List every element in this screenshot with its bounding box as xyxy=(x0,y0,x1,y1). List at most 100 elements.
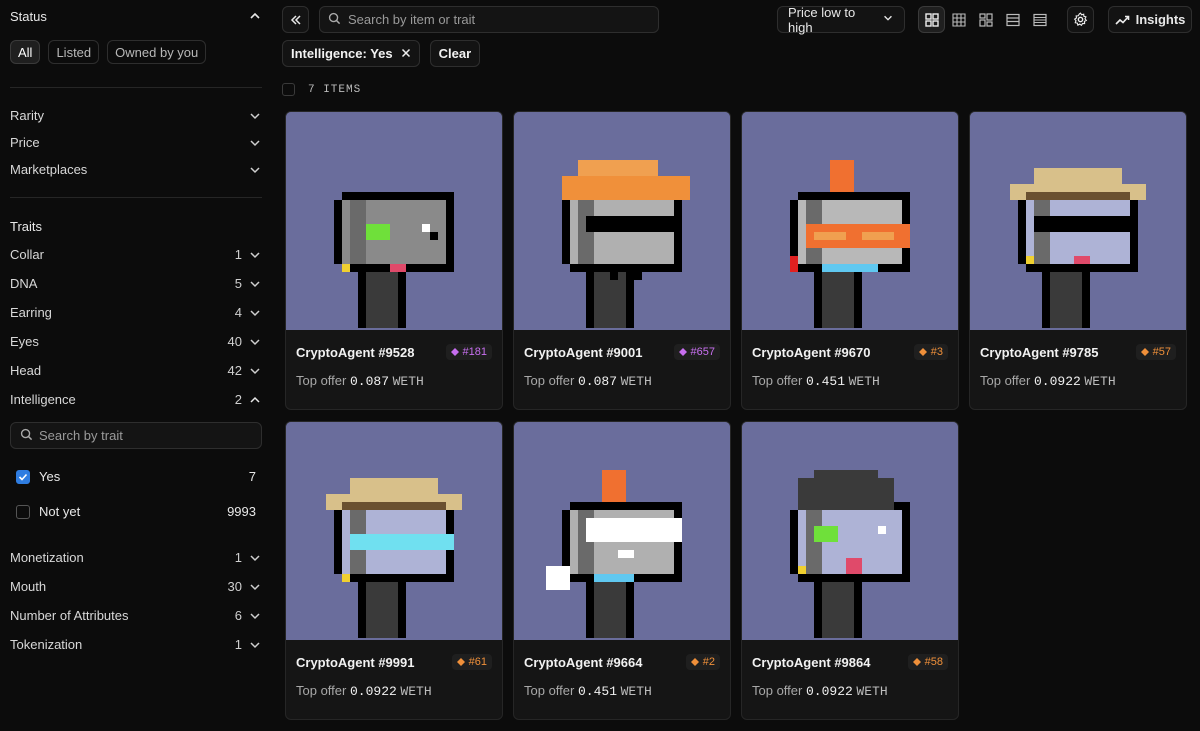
nft-artwork[interactable] xyxy=(742,422,959,640)
diamond-icon xyxy=(1140,348,1149,356)
view-mosaic-button[interactable] xyxy=(972,6,999,33)
search-icon xyxy=(328,12,341,28)
offer-label: Top offer xyxy=(524,373,575,388)
clear-filters-button[interactable]: Clear xyxy=(429,40,481,67)
gear-icon xyxy=(1073,12,1088,27)
option-count: 7 xyxy=(248,469,256,484)
double-chevron-left-icon xyxy=(290,14,301,25)
chevron-down-icon xyxy=(882,12,894,27)
status-filter-listed[interactable]: Listed xyxy=(48,40,100,64)
close-icon[interactable] xyxy=(401,46,411,61)
chevron-down-icon xyxy=(248,163,262,177)
offer-currency: WETH xyxy=(1084,374,1116,389)
trait-label: Eyes xyxy=(10,334,39,349)
nft-card[interactable]: CryptoAgent #9664 #2 Top offer 0.451 WET… xyxy=(513,421,731,720)
nft-artwork[interactable] xyxy=(286,422,503,640)
search-input[interactable]: Search by item or trait xyxy=(319,6,659,33)
chevron-down-icon xyxy=(248,580,262,594)
trait-search-input[interactable]: Search by trait xyxy=(10,422,262,449)
active-filter-chip[interactable]: Intelligence: Yes xyxy=(282,40,420,67)
option-not-yet[interactable]: Not yet 9993 xyxy=(10,494,262,529)
rarity-badge: #3 xyxy=(913,344,948,360)
rarity-rank: #657 xyxy=(690,346,715,358)
status-filters: All Listed Owned by you xyxy=(10,40,262,64)
trait-row[interactable]: Monetization 1 xyxy=(10,543,262,572)
offer-currency: WETH xyxy=(848,374,880,389)
nft-card[interactable]: CryptoAgent #9001 #657 Top offer 0.087 W… xyxy=(513,111,731,410)
section-price-label: Price xyxy=(10,135,40,150)
nft-artwork[interactable] xyxy=(970,112,1187,330)
trait-label: Collar xyxy=(10,247,44,262)
section-price[interactable]: Price xyxy=(10,129,262,156)
trait-count: 2 xyxy=(234,392,242,407)
view-small-grid-button[interactable] xyxy=(945,6,972,33)
trait-row[interactable]: Head 42 xyxy=(10,356,262,385)
view-table-button[interactable] xyxy=(1026,6,1053,33)
nft-card[interactable]: CryptoAgent #9528 #181 Top offer 0.087 W… xyxy=(285,111,503,410)
checkbox-unchecked[interactable] xyxy=(16,504,30,519)
section-rarity-label: Rarity xyxy=(10,108,44,123)
toolbar: Search by item or trait Price low to hig… xyxy=(282,5,1200,35)
chevron-down-icon xyxy=(248,364,262,378)
chevron-down-icon xyxy=(248,109,262,123)
nft-artwork[interactable] xyxy=(514,422,731,640)
divider xyxy=(10,197,262,198)
rarity-rank: #3 xyxy=(930,346,943,358)
insights-button[interactable]: Insights xyxy=(1108,6,1192,33)
trait-count: 40 xyxy=(227,334,242,349)
top-offer: Top offer 0.087 WETH xyxy=(296,373,492,389)
trait-count: 6 xyxy=(234,608,242,623)
option-yes[interactable]: Yes 7 xyxy=(10,459,262,494)
filter-sidebar: Status All Listed Owned by you Rarity Pr… xyxy=(0,0,272,731)
settings-button[interactable] xyxy=(1067,6,1094,33)
chevron-down-icon xyxy=(248,609,262,623)
nft-name: CryptoAgent #9664 xyxy=(524,654,643,670)
trait-row[interactable]: DNA 5 xyxy=(10,269,262,298)
view-large-grid-button[interactable] xyxy=(918,6,945,33)
checkbox-checked[interactable] xyxy=(16,469,30,484)
nft-artwork[interactable] xyxy=(514,112,731,330)
status-section-header[interactable]: Status xyxy=(10,0,262,32)
nft-card[interactable]: CryptoAgent #9864 #58 Top offer 0.0922 W… xyxy=(741,421,959,720)
trait-intelligence[interactable]: Intelligence 2 xyxy=(10,385,262,414)
trait-row[interactable]: Mouth 30 xyxy=(10,572,262,601)
offer-value: 0.0922 xyxy=(349,684,397,699)
rarity-rank: #181 xyxy=(462,346,487,358)
section-marketplaces[interactable]: Marketplaces xyxy=(10,156,262,183)
rarity-rank: #2 xyxy=(702,656,715,668)
active-filter-label: Intelligence: Yes xyxy=(291,46,393,61)
nft-artwork[interactable] xyxy=(286,112,503,330)
rarity-badge: #181 xyxy=(445,344,492,360)
rarity-badge: #58 xyxy=(907,654,948,670)
status-filter-owned[interactable]: Owned by you xyxy=(107,40,207,64)
trait-row[interactable]: Eyes 40 xyxy=(10,327,262,356)
collapse-sidebar-button[interactable] xyxy=(282,6,309,33)
chevron-down-icon xyxy=(248,306,262,320)
offer-label: Top offer xyxy=(752,373,803,388)
trait-count: 4 xyxy=(234,305,242,320)
trait-row[interactable]: Number of Attributes 6 xyxy=(10,601,262,630)
nft-card[interactable]: CryptoAgent #9670 #3 Top offer 0.451 WET… xyxy=(741,111,959,410)
offer-currency: WETH xyxy=(856,684,888,699)
select-all-checkbox[interactable] xyxy=(282,83,295,96)
nft-name: CryptoAgent #9001 xyxy=(524,344,643,360)
nft-name: CryptoAgent #9528 xyxy=(296,344,415,360)
view-list-button[interactable] xyxy=(999,6,1026,33)
top-offer: Top offer 0.451 WETH xyxy=(524,683,720,699)
option-label: Yes xyxy=(39,469,61,484)
trait-label: Earring xyxy=(10,305,52,320)
top-offer: Top offer 0.0922 WETH xyxy=(296,683,492,699)
trait-row[interactable]: Collar 1 xyxy=(10,240,262,269)
sort-select[interactable]: Price low to high xyxy=(777,5,905,35)
chevron-down-icon xyxy=(248,638,262,652)
trait-row[interactable]: Tokenization 1 xyxy=(10,630,262,659)
nft-artwork[interactable] xyxy=(742,112,959,330)
section-rarity[interactable]: Rarity xyxy=(10,102,262,129)
status-filter-all[interactable]: All xyxy=(10,40,41,64)
offer-value: 0.0922 xyxy=(805,684,853,699)
nft-card[interactable]: CryptoAgent #9785 #57 Top offer 0.0922 W… xyxy=(969,111,1187,410)
top-offer: Top offer 0.451 WETH xyxy=(752,373,948,389)
trait-row[interactable]: Earring 4 xyxy=(10,298,262,327)
nft-card[interactable]: CryptoAgent #9991 #61 Top offer 0.0922 W… xyxy=(285,421,503,720)
offer-label: Top offer xyxy=(524,683,575,698)
